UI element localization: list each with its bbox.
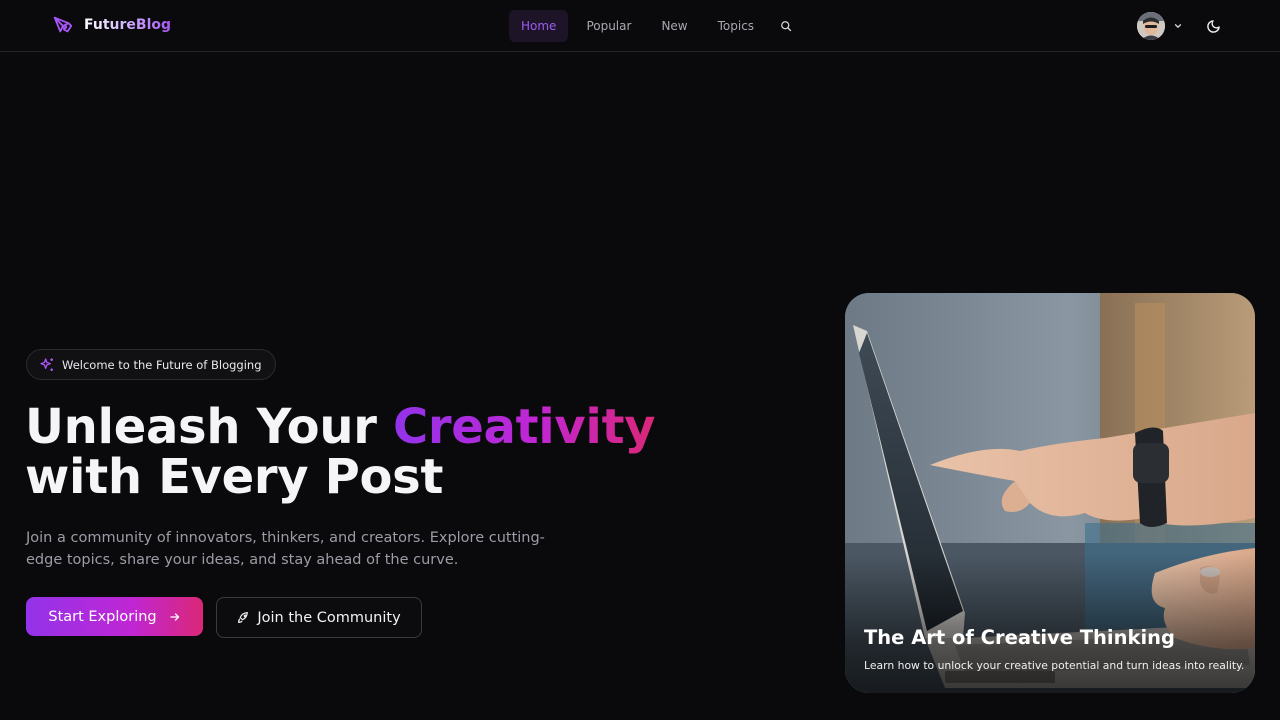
nav-home[interactable]: Home xyxy=(509,10,569,42)
welcome-badge: Welcome to the Future of Blogging xyxy=(26,349,276,380)
hero-headline: Unleash Your Creativity with Every Post xyxy=(25,402,725,502)
headline-end: with Every Post xyxy=(25,449,444,505)
brand-logo[interactable]: FutureBlog xyxy=(52,14,171,36)
start-exploring-button[interactable]: Start Exploring xyxy=(26,597,203,636)
headline-start: Unleash Your xyxy=(25,399,393,455)
featured-post-title: The Art of Creative Thinking xyxy=(864,626,1175,649)
search-button[interactable] xyxy=(774,14,798,38)
nav-popular[interactable]: Popular xyxy=(574,10,643,42)
theme-toggle-button[interactable] xyxy=(1201,14,1225,38)
user-menu[interactable] xyxy=(1137,11,1183,41)
nav-topics[interactable]: Topics xyxy=(706,10,766,42)
nav-new[interactable]: New xyxy=(649,10,699,42)
arrow-right-icon xyxy=(169,612,179,621)
headline-accent: Creativity xyxy=(392,399,656,455)
join-community-label: Join the Community xyxy=(257,609,401,626)
sparkles-icon xyxy=(40,357,53,371)
card-overlay xyxy=(845,553,1255,693)
chevron-down-icon xyxy=(1174,24,1182,28)
pen-nib-icon xyxy=(53,16,73,33)
hero-subtext: Join a community of innovators, thinkers… xyxy=(26,530,545,568)
rocket-icon xyxy=(238,612,249,623)
join-community-button[interactable]: Join the Community xyxy=(216,597,422,638)
moon-icon xyxy=(1206,19,1220,33)
badge-text: Welcome to the Future of Blogging xyxy=(62,357,262,372)
start-exploring-label: Start Exploring xyxy=(48,608,157,625)
avatar xyxy=(1137,12,1165,40)
featured-post-description: Learn how to unlock your creative potent… xyxy=(864,659,1245,672)
main-nav: Home Popular New Topics xyxy=(509,10,798,42)
site-header: FutureBlog Home Popular New Topics xyxy=(0,0,1280,52)
search-icon xyxy=(781,21,792,32)
brand-name: FutureBlog xyxy=(84,17,172,33)
featured-post-card[interactable]: The Art of Creative Thinking Learn how t… xyxy=(845,293,1255,693)
